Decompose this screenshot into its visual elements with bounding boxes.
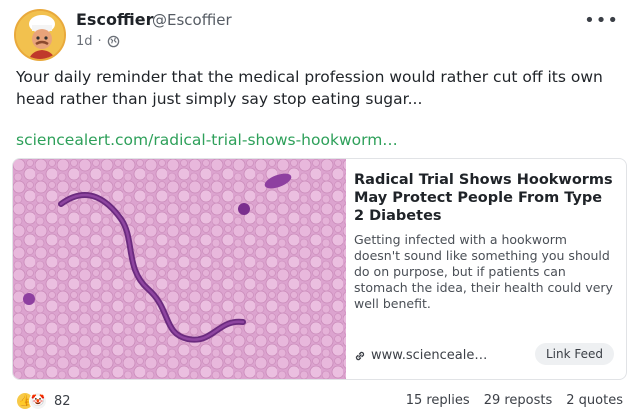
card-title[interactable]: Radical Trial Shows Hookworms May Protec… [354,171,616,225]
more-options-button[interactable]: ••• [584,12,619,30]
clown-icon: 🤡 [29,392,47,410]
author-handle[interactable]: @Escoffier [152,11,232,29]
card-url-text: www.scienceale… [371,348,488,363]
chef-avatar-image [16,11,64,59]
link-preview-card[interactable]: Radical Trial Shows Hookworms May Protec… [12,158,627,380]
post-link[interactable]: sciencealert.com/radical-trial-shows-hoo… [16,131,398,149]
post-stats: 15 replies 29 reposts 2 quotes [406,393,623,408]
globe-icon [107,35,119,48]
reaction-count: 82 [54,393,71,409]
card-description: Getting infected with a hookworm doesn't… [354,232,613,311]
author-name[interactable]: Escoffier [76,10,154,29]
reactions[interactable]: 👍 🤡 82 [16,392,71,410]
avatar[interactable] [14,9,66,61]
quotes-count[interactable]: 2 quotes [566,393,623,408]
replies-count[interactable]: 15 replies [406,393,470,408]
post-text: Your daily reminder that the medical pro… [16,68,603,108]
link-feed-button[interactable]: Link Feed [534,343,614,365]
post-footer: 👍 🤡 82 15 replies 29 reposts 2 quotes [0,388,633,414]
card-url[interactable]: www.scienceale… [354,348,487,363]
card-image [13,159,346,379]
reposts-count[interactable]: 29 reposts [484,393,553,408]
meta-separator: · [97,34,102,49]
link-icon [355,351,365,360]
post-time[interactable]: 1d [76,34,93,49]
post-meta: 1d · [76,34,120,49]
